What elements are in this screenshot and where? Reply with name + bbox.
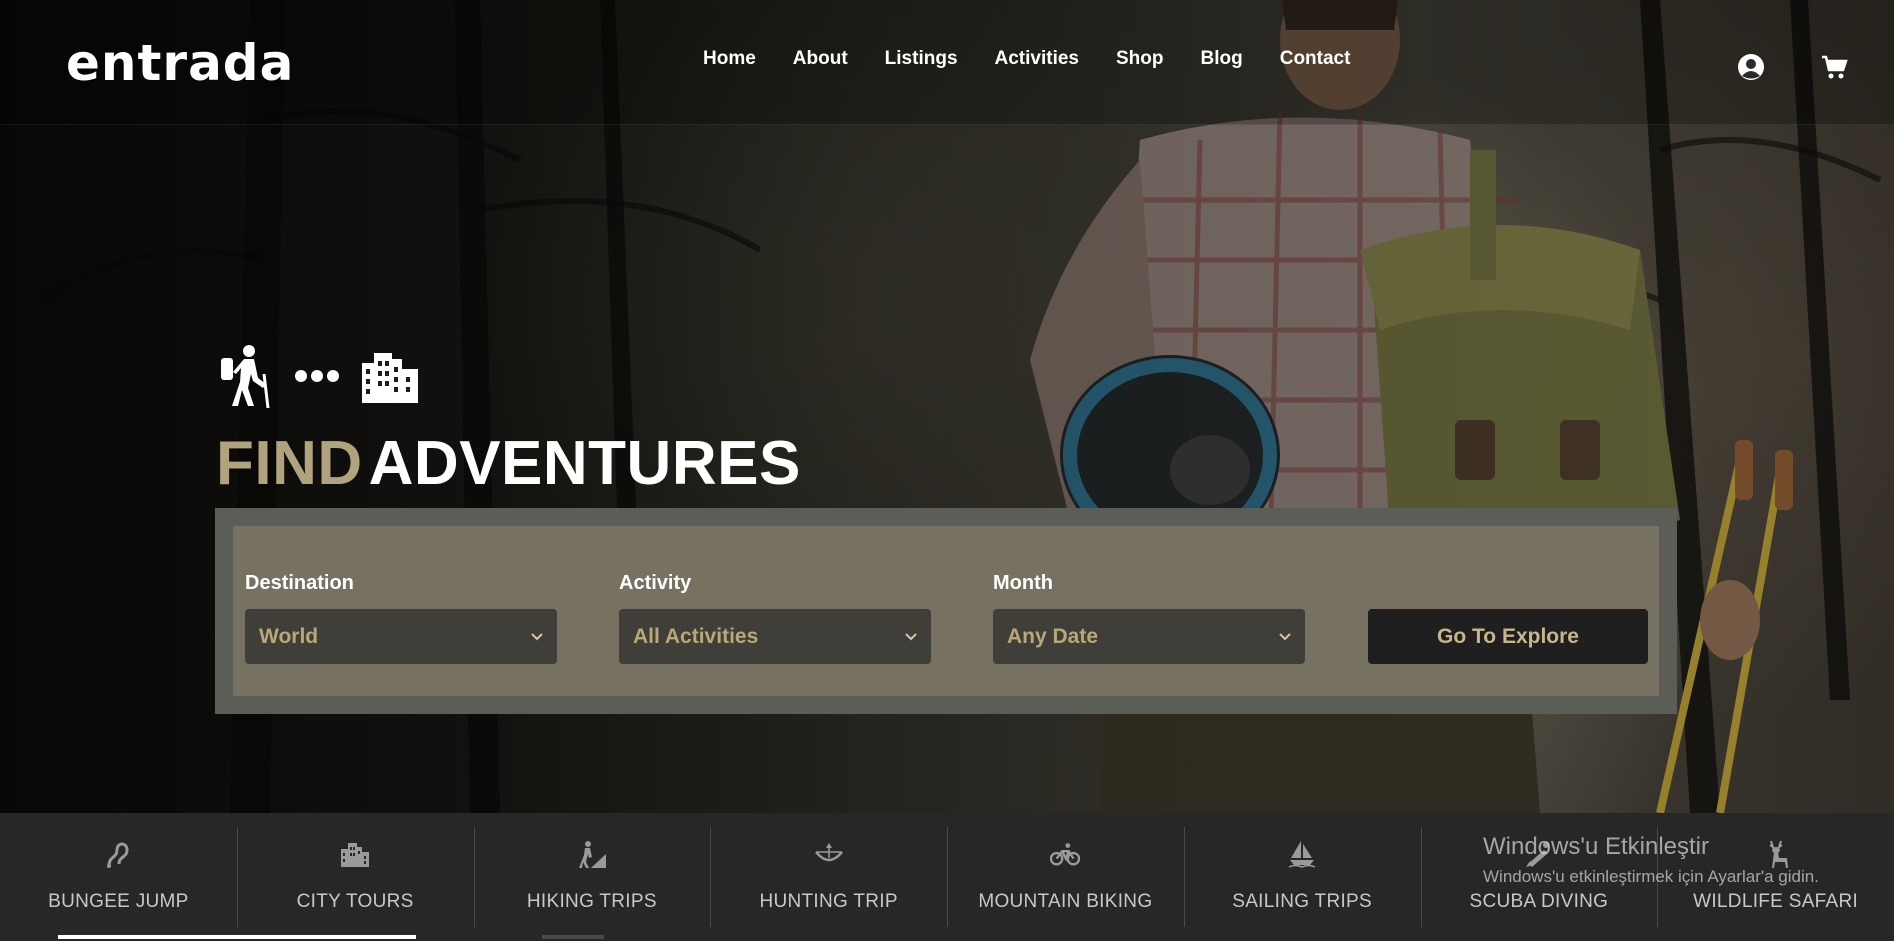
month-value: Any Date (1007, 624, 1099, 648)
nav-item-shop[interactable]: Shop (1116, 48, 1164, 70)
deer-icon (1761, 839, 1791, 869)
destination-label: Destination (245, 572, 354, 594)
nav-item-activities[interactable]: Activities (995, 48, 1079, 70)
category-scuba-diving[interactable]: SCUBA DIVING (1420, 813, 1658, 941)
nav-item-about[interactable]: About (793, 48, 848, 70)
activity-select[interactable]: All Activities (619, 609, 931, 664)
category-scroll-track (542, 935, 604, 939)
category-sailing-trips[interactable]: SAILING TRIPS (1183, 813, 1421, 941)
category-label: WILDLIFE SAFARI (1693, 891, 1859, 912)
headline-accent: FIND (216, 429, 363, 498)
main-nav: Home About Listings Activities Shop Blog… (703, 48, 1387, 70)
dots-icon (294, 369, 340, 388)
explore-button[interactable]: Go To Explore (1368, 609, 1648, 664)
destination-select[interactable]: World (245, 609, 557, 664)
category-label: HUNTING TRIP (759, 891, 898, 912)
category-hiking-trips[interactable]: HIKING TRIPS (473, 813, 711, 941)
category-label: HIKING TRIPS (526, 891, 657, 912)
bicycle-icon (1050, 839, 1081, 869)
headline-main: ADVENTURES (368, 429, 801, 498)
activity-label: Activity (619, 572, 692, 594)
category-city-tours[interactable]: CITY TOURS (236, 813, 474, 941)
chevron-down-icon (1279, 628, 1291, 646)
chevron-down-icon (905, 628, 917, 646)
category-scroll-indicator (58, 935, 416, 939)
destination-value: World (259, 624, 319, 648)
user-circle-icon[interactable] (1736, 52, 1766, 82)
category-label: BUNGEE JUMP (48, 891, 189, 912)
page: entrada Home About Listings Activities S… (0, 0, 1894, 941)
scuba-icon (1524, 839, 1554, 869)
category-label: SCUBA DIVING (1469, 891, 1609, 912)
search-form: Destination World Activity All Activitie… (233, 526, 1659, 696)
city-icon (340, 839, 370, 869)
activity-value: All Activities (633, 624, 759, 648)
city-icon (358, 349, 422, 408)
month-label: Month (993, 572, 1053, 594)
nav-item-contact[interactable]: Contact (1280, 48, 1351, 70)
nav-item-home[interactable]: Home (703, 48, 756, 70)
category-label: SAILING TRIPS (1232, 891, 1372, 912)
category-bar: BUNGEE JUMP CITY TOURS HIKING TRIPS HUNT… (0, 813, 1894, 941)
search-panel: Destination World Activity All Activitie… (215, 508, 1677, 714)
bungee-icon (103, 839, 133, 869)
category-wildlife-safari[interactable]: WILDLIFE SAFARI (1657, 813, 1894, 941)
hero-headline: FINDADVENTURES (216, 428, 801, 499)
category-label: MOUNTAIN BIKING (978, 891, 1153, 912)
site-logo[interactable]: entrada (66, 34, 294, 92)
month-select[interactable]: Any Date (993, 609, 1305, 664)
hiking-icon (577, 839, 607, 869)
hiker-icon (218, 344, 272, 413)
category-bungee-jump[interactable]: BUNGEE JUMP (0, 813, 237, 941)
hunting-icon (814, 839, 844, 869)
sailboat-icon (1287, 839, 1317, 869)
nav-item-listings[interactable]: Listings (885, 48, 958, 70)
cart-icon[interactable] (1819, 52, 1849, 82)
hero-icon-row (218, 344, 422, 413)
category-label: CITY TOURS (296, 891, 414, 912)
chevron-down-icon (531, 628, 543, 646)
category-hunting-trip[interactable]: HUNTING TRIP (710, 813, 947, 941)
category-mountain-biking[interactable]: MOUNTAIN BIKING (947, 813, 1184, 941)
nav-item-blog[interactable]: Blog (1201, 48, 1243, 70)
site-header: entrada Home About Listings Activities S… (0, 0, 1894, 125)
